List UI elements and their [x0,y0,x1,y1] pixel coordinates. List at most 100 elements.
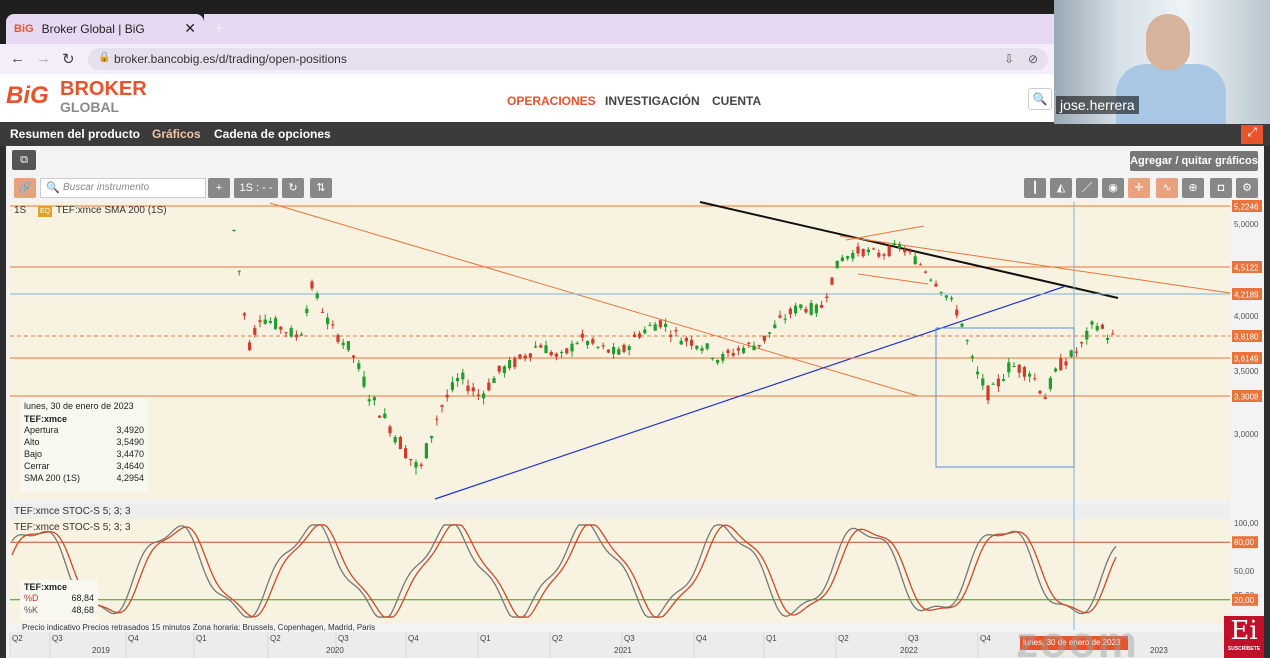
candle-body [851,252,855,259]
stoch-header-bar [10,503,1230,519]
candle-body [695,345,699,349]
candle-body [570,343,574,352]
candle-body [825,296,829,299]
quarter-label: Q4 [696,634,707,643]
ohlc-info-box: lunes, 30 de enero de 2023 TEF:xmce Aper… [20,398,148,492]
candle-body [586,340,590,345]
year-label: 2021 [614,646,632,655]
candle-body [513,358,517,367]
candle-body [856,246,860,254]
stoch-level-label: 20,00 [1234,596,1255,605]
candle-body [830,277,834,285]
candle-body [549,351,553,356]
candle-body [773,324,777,329]
stoch-plot-area [10,519,1230,623]
candle-body [523,355,527,359]
stoch-d-row: %D 68,84 [24,593,94,603]
info-row: Alto 3,5490 [24,437,144,447]
info-row: Apertura 3,4920 [24,425,144,435]
candle-body [1064,361,1068,366]
candle-body [1007,362,1011,373]
candle-body [497,365,501,372]
candle-body [981,378,985,386]
candle-body [440,405,444,407]
candle-body [950,297,954,300]
candle-body [700,348,704,351]
candle-body [1069,350,1073,357]
stoch-title-1: TEF:xmce STOC-S 5; 3; 3 [14,506,131,517]
candle-body [419,464,423,466]
candle-body [726,350,730,354]
candle-body [768,332,772,334]
candle-body [253,328,257,335]
candle-body [690,339,694,346]
stoch-title-2: TEF:xmce STOC-S 5; 3; 3 [14,522,131,533]
quarter-label: Q3 [52,634,63,643]
candle-body [263,319,267,324]
candle-body [965,340,969,342]
candle-body [310,281,314,289]
candle-body [835,260,839,269]
year-label: 2023 [1150,646,1168,655]
elinteres-badge[interactable]: Ei SUSCRÍBETE [1224,616,1264,658]
quarter-label: Q3 [908,634,919,643]
candle-body [456,377,460,382]
candle-body [638,333,642,338]
price-level-label: 3,6149 [1234,355,1259,364]
candle-body [248,342,252,350]
instrument-title: TEF:xmce SMA 200 (1S) [56,205,167,216]
candle-body [1100,324,1104,329]
quarter-label: Q2 [270,634,281,643]
candle-body [372,397,376,401]
price-level-label: 3,3008 [1234,393,1259,402]
candle-body [820,304,824,308]
candle-body [461,372,465,380]
quarter-label: Q2 [12,634,23,643]
person-body [1116,64,1226,124]
candle-body [669,334,673,337]
person-head [1146,14,1190,70]
info-row: SMA 200 (1S) 4,2954 [24,473,144,483]
candle-body [934,283,938,287]
info-date: lunes, 30 de enero de 2023 [24,401,134,411]
participant-name: jose.herrera [1056,96,1139,114]
candle-body [435,418,439,420]
quarter-label: Q1 [480,634,491,643]
candle-body [788,308,792,315]
candle-body [986,385,990,401]
candle-body [274,318,278,329]
candle-body [398,436,402,450]
candle-body [866,249,870,253]
candle-body [554,353,558,357]
candle-body [424,443,428,459]
candle-body [466,385,470,392]
candle-body [492,378,496,384]
quarter-label: Q1 [196,634,207,643]
candle-body [352,355,356,358]
candle-body [617,349,621,355]
candle-body [1017,364,1021,373]
candle-body [357,363,361,369]
price-axis-label: 3,5000 [1234,367,1259,376]
candle-body [383,413,387,418]
quarter-label: Q4 [980,634,991,643]
candle-body [268,321,272,323]
candle-body [279,326,283,330]
candle-body [716,359,720,363]
candle-body [508,360,512,369]
candle-body [908,251,912,253]
price-level-label: 4,2189 [1234,291,1259,300]
candle-body [601,345,605,347]
candle-body [1095,325,1099,331]
candle-body [924,271,928,273]
candle-body [1038,390,1042,394]
candle-body [970,356,974,359]
webcam-video: jose.herrera [1054,0,1270,124]
candle-body [955,309,959,316]
quarter-label: Q3 [624,634,635,643]
candle-body [482,393,486,399]
candle-body [471,387,475,392]
candle-body [1022,367,1026,377]
candle-body [1028,373,1032,377]
candle-body [976,371,980,375]
